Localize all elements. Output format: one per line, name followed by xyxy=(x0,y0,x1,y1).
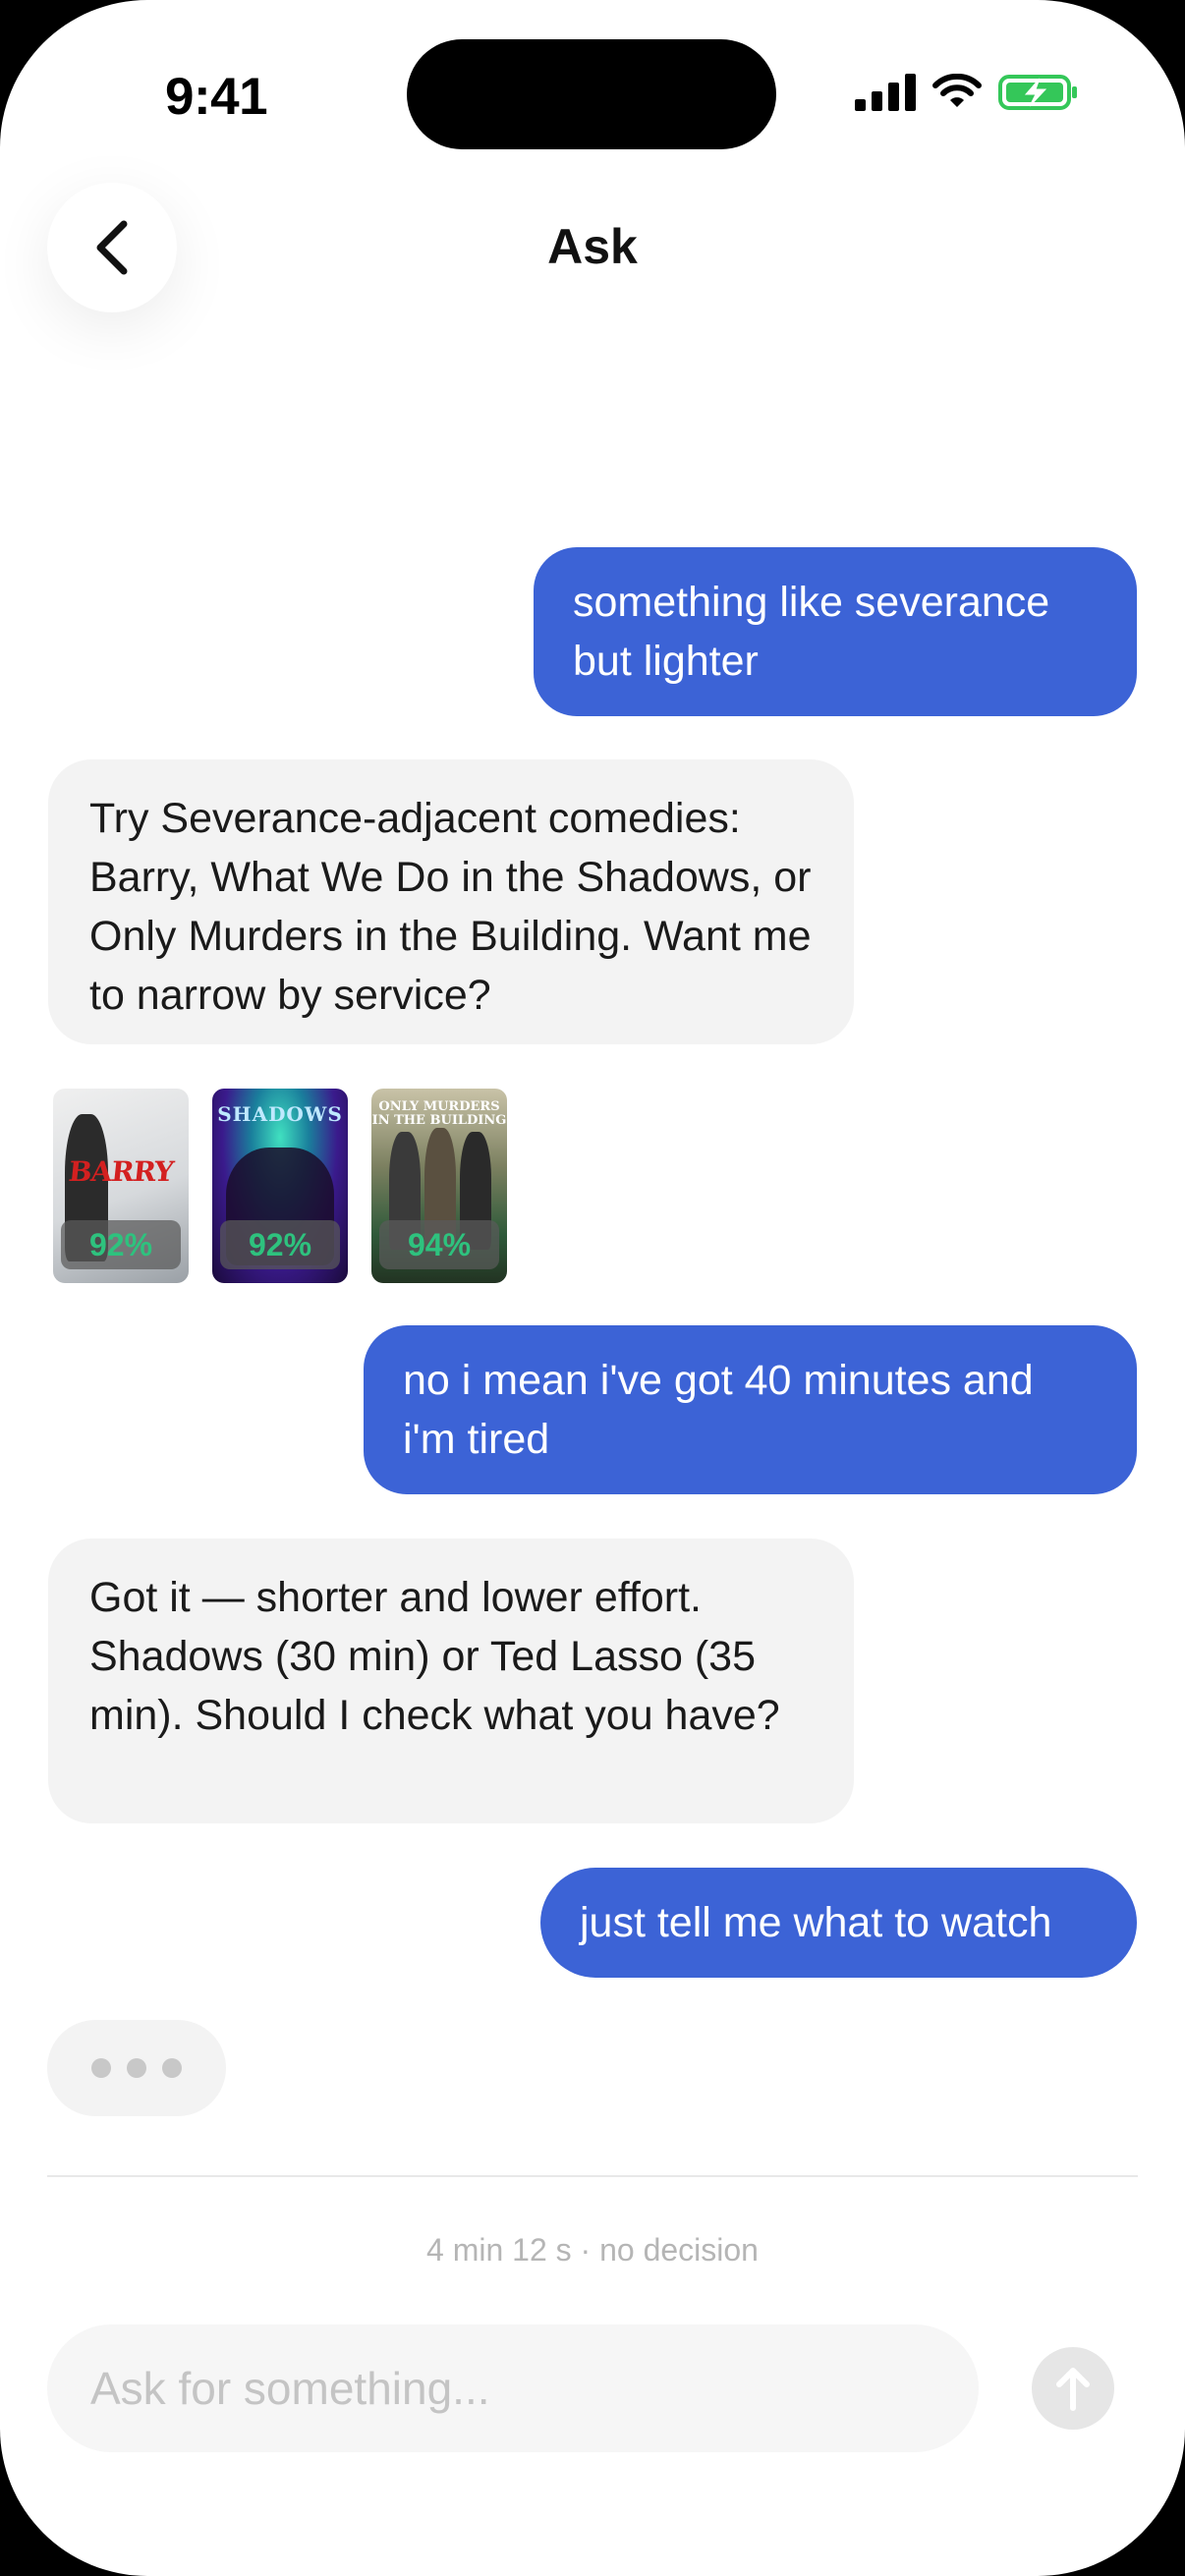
status-icons xyxy=(855,73,1079,112)
arrow-up-icon xyxy=(1056,2368,1090,2411)
poster-card[interactable]: ONLY MURDERS IN THE BUILDING 94% xyxy=(371,1089,507,1283)
message-text: Try Severance-adjacent comedies: Barry, … xyxy=(89,795,812,1019)
poster-title: ONLY MURDERS IN THE BUILDING xyxy=(371,1099,507,1128)
divider xyxy=(47,2175,1138,2177)
typing-dot xyxy=(91,2058,111,2078)
message-text: Got it — shorter and lower effort. Shado… xyxy=(89,1574,780,1739)
user-message: something like severance but lighter xyxy=(534,547,1137,716)
message-text: just tell me what to watch xyxy=(580,1899,1052,1946)
status-time: 9:41 xyxy=(165,68,268,126)
rating-badge: 94% xyxy=(379,1220,499,1269)
poster-title: SHADOWS xyxy=(217,1102,343,1126)
typing-dot xyxy=(162,2058,182,2078)
user-message: just tell me what to watch xyxy=(540,1868,1137,1978)
assistant-message: Got it — shorter and lower effort. Shado… xyxy=(48,1539,854,1823)
battery-charging-icon xyxy=(998,75,1077,110)
rating-badge: 92% xyxy=(220,1220,340,1269)
dynamic-island xyxy=(407,39,776,149)
poster-card[interactable]: BARRY 92% xyxy=(53,1089,189,1283)
user-message: no i mean i've got 40 minutes and i'm ti… xyxy=(364,1325,1137,1494)
message-input[interactable]: Ask for something... xyxy=(47,2324,979,2452)
poster-title: BARRY xyxy=(67,1155,175,1188)
message-text: something like severance but lighter xyxy=(573,579,1050,685)
page-title: Ask xyxy=(547,219,638,274)
session-meta: 4 min 12 s · no decision xyxy=(426,2232,759,2268)
input-placeholder: Ask for something... xyxy=(90,2363,490,2414)
cellular-signal-icon xyxy=(855,74,916,111)
typing-dot xyxy=(127,2058,146,2078)
typing-indicator xyxy=(47,2020,226,2116)
rating-badge: 92% xyxy=(61,1220,181,1269)
assistant-message: Try Severance-adjacent comedies: Barry, … xyxy=(48,759,854,1044)
poster-card[interactable]: SHADOWS 92% xyxy=(212,1089,348,1283)
send-button[interactable] xyxy=(1032,2347,1114,2430)
wifi-icon xyxy=(932,74,982,107)
phone-screen: 9:41 Ask something like severance but li… xyxy=(0,0,1185,2576)
message-text: no i mean i've got 40 minutes and i'm ti… xyxy=(403,1357,1034,1463)
